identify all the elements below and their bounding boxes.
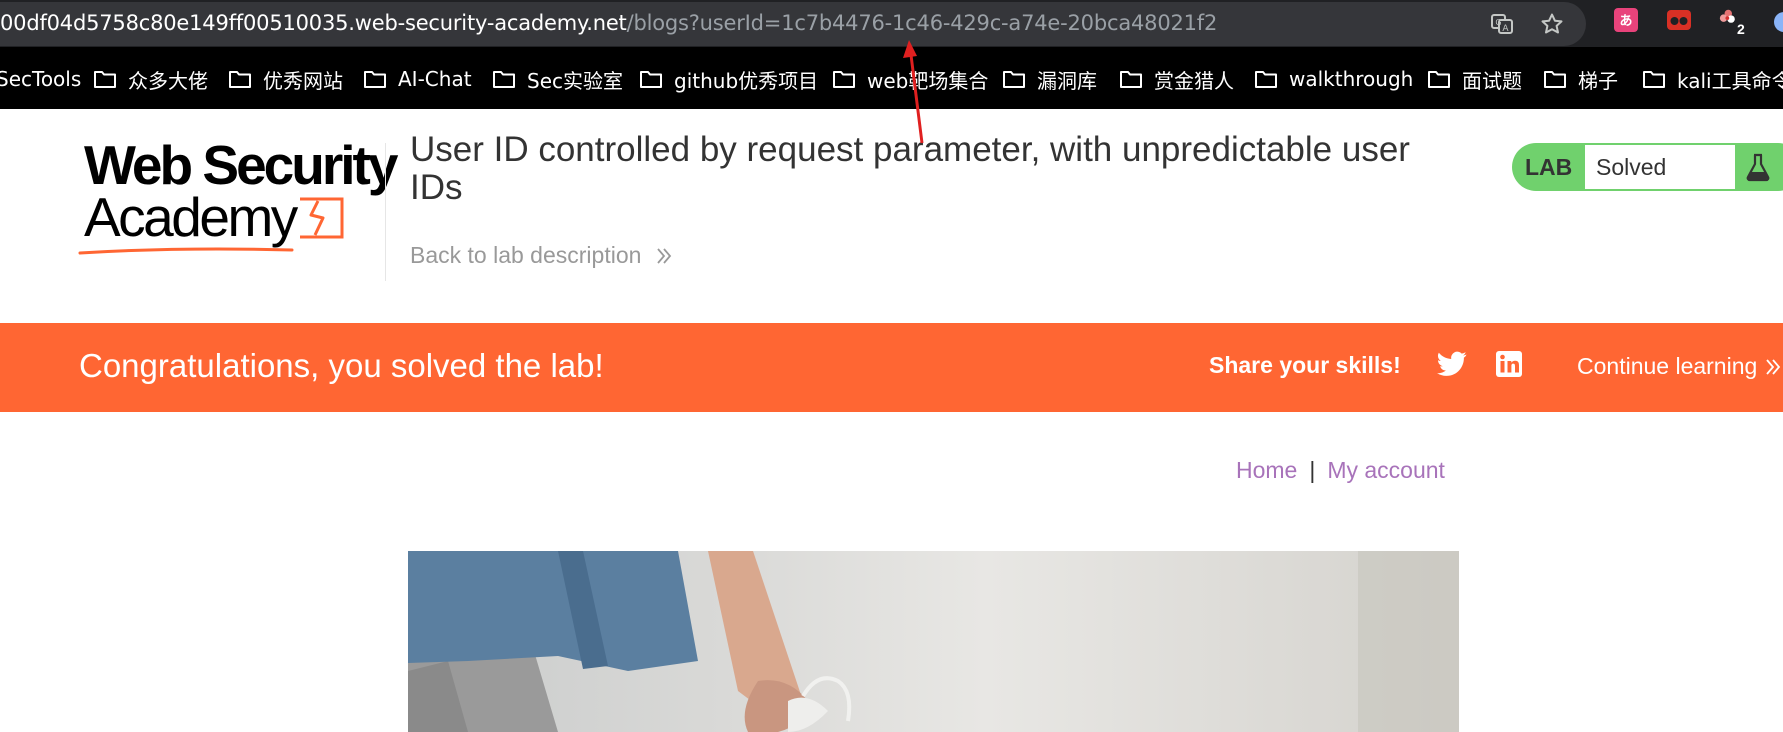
logo-bolt-icon xyxy=(300,197,344,239)
bookmark-label: web靶场集合 xyxy=(867,68,989,93)
header-divider xyxy=(385,143,386,281)
lab-status-badge: LAB Solved xyxy=(1512,143,1783,191)
congratulations-message: Congratulations, you solved the lab! xyxy=(79,347,604,384)
lab-header: Web Security Academy User ID controlled … xyxy=(0,109,1783,323)
linkedin-icon[interactable] xyxy=(1495,350,1523,378)
translate-icon[interactable]: AG xyxy=(1488,10,1516,38)
svg-text:A: A xyxy=(1502,24,1509,34)
solved-banner: Congratulations, you solved the lab! Sha… xyxy=(0,323,1783,412)
url-host: 00df04d5758c80e149ff00510035.web-securit… xyxy=(0,11,627,35)
profile-avatar[interactable] xyxy=(1774,12,1783,32)
folder-icon xyxy=(229,71,251,88)
twitter-icon[interactable] xyxy=(1437,351,1467,377)
folder-icon xyxy=(640,71,662,88)
blog-post-image xyxy=(408,551,1459,732)
share-skills-label: Share your skills! xyxy=(1209,352,1401,378)
double-chevron-right-icon xyxy=(657,247,672,264)
logo-line1: Web Security xyxy=(84,134,398,196)
back-link-label: Back to lab description xyxy=(410,242,642,268)
folder-icon xyxy=(364,71,386,88)
lab-status-value: Solved xyxy=(1596,154,1667,180)
extension-glasses-icon[interactable] xyxy=(1665,6,1693,34)
bookmark-label: 赏金猎人 xyxy=(1154,68,1234,93)
url-text[interactable]: 00df04d5758c80e149ff00510035.web-securit… xyxy=(0,11,1217,35)
bookmark-label: 梯子 xyxy=(1578,68,1618,93)
bookmark-star-icon[interactable] xyxy=(1538,10,1566,38)
bookmark-label: github优秀项目 xyxy=(674,68,819,93)
bookmark-label: Sec实验室 xyxy=(527,68,623,93)
folder-icon xyxy=(833,71,855,88)
continue-learning-label: Continue learning xyxy=(1577,353,1758,379)
browser-toolbar: 00df04d5758c80e149ff00510035.web-securit… xyxy=(0,0,1783,47)
bookmark-label: 面试题 xyxy=(1462,68,1522,93)
double-chevron-right-icon xyxy=(1766,358,1781,375)
bookmark-folder[interactable]: walkthrough xyxy=(1254,67,1413,91)
bookmark-folder[interactable]: 梯子 xyxy=(1543,67,1618,93)
address-bar[interactable]: 00df04d5758c80e149ff00510035.web-securit… xyxy=(0,2,1586,46)
bookmark-label: AI-Chat xyxy=(398,67,472,91)
bookmark-folder[interactable]: 赏金猎人 xyxy=(1119,67,1234,93)
bookmark-folder[interactable]: Sec实验室 xyxy=(492,67,623,93)
bookmark-label: 众多大佬 xyxy=(128,68,208,93)
folder-icon xyxy=(1255,71,1277,88)
bookmark-folder[interactable]: 优秀网站 xyxy=(228,67,343,93)
folder-icon xyxy=(1643,71,1665,88)
bookmark-label: SecTools xyxy=(0,67,82,91)
url-path: /blogs?userId=1c7b4476-1c46-429c-a74e-20… xyxy=(626,11,1218,35)
bookmark-sectools[interactable]: SecTools xyxy=(0,67,81,91)
bookmark-folder[interactable]: 面试题 xyxy=(1427,67,1522,93)
home-link[interactable]: Home xyxy=(1236,457,1297,483)
bookmark-label: walkthrough xyxy=(1289,67,1414,91)
extension-flower-icon[interactable]: 2 xyxy=(1718,6,1746,37)
extension-translate-icon[interactable]: あ xyxy=(1612,6,1640,34)
web-security-academy-logo[interactable]: Web Security Academy xyxy=(78,138,398,259)
svg-text:G: G xyxy=(1495,18,1501,27)
bookmark-folder[interactable]: github优秀项目 xyxy=(639,67,819,93)
bookmark-folder[interactable]: web靶场集合 xyxy=(832,67,989,93)
folder-icon xyxy=(1003,71,1025,88)
bookmark-folder[interactable]: 漏洞库 xyxy=(1002,67,1097,93)
bookmarks-bar: SecTools 众多大佬 优秀网站 AI-Chat Sec实验室 github… xyxy=(0,47,1783,109)
folder-icon xyxy=(493,71,515,88)
folder-icon xyxy=(1120,71,1142,88)
folder-icon xyxy=(94,71,116,88)
flask-icon xyxy=(1746,153,1770,182)
bookmark-label: 漏洞库 xyxy=(1037,68,1097,93)
svg-text:あ: あ xyxy=(1619,14,1632,29)
nav-separator: | xyxy=(1309,457,1316,483)
bookmark-folder[interactable]: kali工具命令 xyxy=(1642,67,1783,93)
bookmark-folder[interactable]: AI-Chat xyxy=(363,67,472,91)
folder-icon xyxy=(1544,71,1566,88)
bookmark-folder[interactable]: 众多大佬 xyxy=(93,67,208,93)
bookmark-label: 优秀网站 xyxy=(263,68,343,93)
lab-status-label: LAB xyxy=(1525,154,1573,180)
continue-learning-link[interactable]: Continue learning xyxy=(1577,353,1781,380)
blog-image-illustration xyxy=(408,551,1459,732)
back-to-lab-link[interactable]: Back to lab description xyxy=(410,242,673,269)
extension-badge: 2 xyxy=(1737,21,1745,37)
my-account-link[interactable]: My account xyxy=(1327,457,1445,483)
lab-title: User ID controlled by request parameter,… xyxy=(410,130,1410,207)
folder-icon xyxy=(1428,71,1450,88)
bookmark-label: kali工具命令 xyxy=(1677,68,1783,93)
top-navigation: Home | My account xyxy=(1236,457,1445,484)
